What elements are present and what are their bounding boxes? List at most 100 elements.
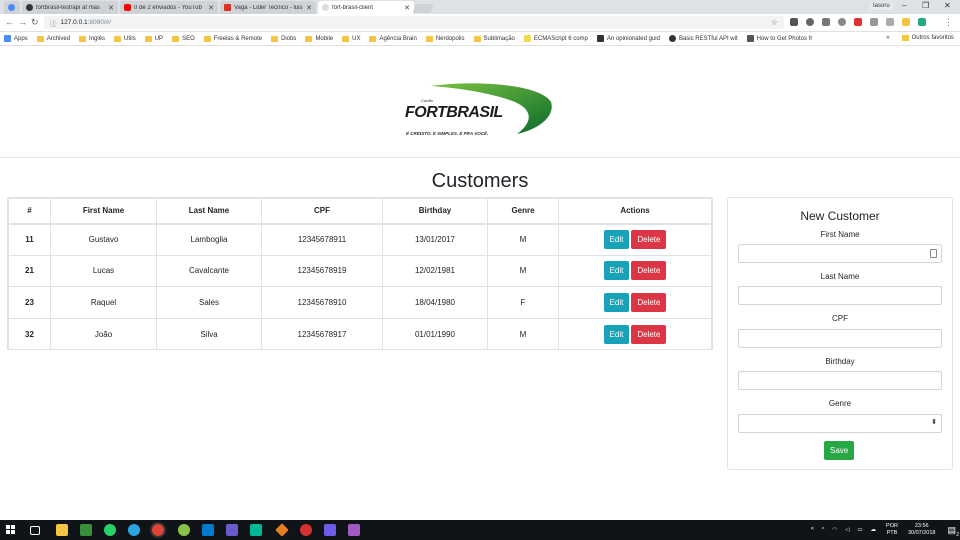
system-tray: ᴿ ^ ◠ ◁ ▭ ☁ POR PTB 23:56 30/07/2018 ▤ 2 (811, 520, 959, 540)
app-icon (8, 4, 15, 11)
last-name-input[interactable] (738, 286, 942, 305)
battery-icon[interactable]: ▭ (857, 527, 862, 533)
extension-icon[interactable] (806, 18, 814, 26)
forward-icon[interactable]: → (18, 17, 27, 27)
taskbar: ᴿ ^ ◠ ◁ ▭ ☁ POR PTB 23:56 30/07/2018 ▤ 2 (0, 520, 960, 540)
extension-icon[interactable] (790, 18, 798, 26)
volume-icon[interactable]: ◁ (845, 527, 849, 533)
clock[interactable]: 23:56 30/07/2018 (908, 523, 936, 537)
close-tab-icon[interactable]: ✕ (306, 4, 312, 12)
edit-button[interactable]: Edit (603, 324, 630, 344)
birthday-input[interactable] (738, 371, 942, 390)
bookmark-folder[interactable]: Sublimação (473, 35, 515, 42)
terminal-icon[interactable] (250, 524, 262, 536)
bookmark-folder[interactable]: Utils (114, 35, 136, 42)
file-explorer-icon[interactable] (56, 524, 68, 536)
bookmark-folder[interactable]: Freelas & Remote (203, 35, 262, 42)
extension-icon[interactable] (822, 18, 830, 26)
profile-name[interactable]: Iasoru (870, 2, 893, 10)
more-bookmarks-icon[interactable]: » (886, 35, 889, 41)
edit-button[interactable]: Edit (603, 292, 630, 312)
tab-app-icon[interactable] (4, 1, 20, 14)
bookmark-folder[interactable]: UP (144, 35, 163, 42)
whatsapp-icon[interactable] (104, 524, 116, 536)
close-tab-icon[interactable]: ✕ (404, 4, 410, 12)
address-bar[interactable]: ⓘ 127.0.0.1:8080/#/ ☆ (44, 16, 784, 29)
reload-icon[interactable]: ↻ (31, 17, 39, 28)
column-header-first-name: First Name (50, 198, 157, 225)
menu-icon[interactable]: ⋮ (944, 17, 953, 28)
task-manager-icon[interactable] (80, 524, 92, 536)
cell-cpf: 12345678911 (261, 223, 383, 256)
bookmarks-bar: Apps Archived Inglês Utils UP SEO Freela… (0, 32, 960, 46)
bookmark-folder[interactable]: Mobile (305, 35, 333, 42)
tab-fort-brasil-client[interactable]: fort-brasil-client ✕ (318, 1, 414, 14)
info-icon[interactable]: ⓘ (50, 18, 57, 28)
close-tab-icon[interactable]: ✕ (108, 4, 114, 12)
bookmark-star-icon[interactable]: ☆ (771, 18, 778, 27)
tab-github[interactable]: fortbrasil-test/api at mas ✕ (22, 1, 118, 14)
bookmark-page[interactable]: An opinionated guid (596, 35, 660, 42)
app-icon[interactable] (324, 524, 336, 536)
genre-select[interactable]: ⬍ (738, 414, 942, 433)
extension-icon[interactable] (886, 18, 894, 26)
other-bookmarks[interactable]: » Outros favoritos (886, 35, 954, 41)
chevron-up-icon[interactable]: ^ (822, 527, 825, 533)
cpf-input[interactable] (738, 329, 942, 348)
app-icon[interactable] (226, 524, 238, 536)
fortbrasil-logo[interactable]: Cartão FORTBRASIL É CRÉDITO. É SIMPLES. … (405, 82, 555, 144)
bookmark-page[interactable]: ECMAScript 6 comp (523, 35, 588, 42)
chrome-icon[interactable] (152, 524, 164, 536)
delete-button[interactable]: Delete (631, 261, 667, 281)
bookmark-folder[interactable]: Diobs (271, 35, 296, 42)
bookmark-page[interactable]: Basic RESTful API wit (668, 35, 738, 42)
bookmark-folder[interactable]: UX (342, 35, 360, 42)
people-icon[interactable]: ᴿ (811, 527, 813, 533)
bookmark-folder[interactable]: SEO (172, 35, 195, 42)
cell-id: 23 (8, 286, 51, 319)
column-header-genre: Genre (487, 198, 559, 225)
task-view-icon[interactable] (30, 526, 40, 535)
cell-genre: M (487, 317, 559, 351)
bookmark-apps[interactable]: Apps (4, 35, 28, 42)
app-icon[interactable] (300, 524, 312, 536)
autofill-icon[interactable] (930, 249, 937, 258)
extension-icon[interactable] (854, 18, 862, 26)
first-name-input[interactable] (738, 244, 942, 263)
telegram-icon[interactable] (128, 524, 140, 536)
notifications-icon[interactable]: ▤ 2 (947, 525, 959, 538)
bookmark-page[interactable]: How to Get Photos fr (746, 35, 812, 42)
close-window-icon[interactable]: ✕ (944, 1, 951, 10)
tab-gmail[interactable]: Vaga - Lider Tecnico - luis ✕ (220, 1, 316, 14)
network-icon[interactable]: ◠ (832, 527, 837, 533)
save-button[interactable]: Save (824, 441, 855, 460)
vscode-icon[interactable] (202, 524, 214, 536)
tab-youtube[interactable]: 0 de 2 enviados - YouTub ✕ (120, 1, 218, 14)
bookmark-folder[interactable]: Archived (36, 35, 70, 42)
cloud-icon[interactable]: ☁ (871, 527, 877, 533)
extension-icon[interactable] (918, 18, 926, 26)
new-tab-button[interactable] (412, 4, 434, 13)
edit-button[interactable]: Edit (603, 261, 630, 281)
bookmark-folder[interactable]: Inglês (79, 35, 105, 42)
folder-icon (271, 35, 279, 42)
bookmark-folder[interactable]: Agência Brain (369, 35, 417, 42)
windows-start-icon[interactable] (6, 525, 16, 535)
extension-icon[interactable] (902, 18, 910, 26)
bookmark-folder[interactable]: Nerdopolis (425, 35, 465, 42)
close-tab-icon[interactable]: ✕ (208, 4, 214, 12)
app-icon[interactable] (178, 524, 190, 536)
minimize-icon[interactable]: – (902, 1, 906, 10)
extension-icon[interactable] (870, 18, 878, 26)
delete-button[interactable]: Delete (631, 292, 667, 312)
extension-icon[interactable] (838, 18, 846, 26)
delete-button[interactable]: Delete (631, 230, 667, 250)
table-row: 21 Lucas Cavalcante 12345678919 12/02/19… (8, 254, 712, 288)
input-language[interactable]: POR PTB (886, 523, 898, 537)
delete-button[interactable]: Delete (631, 324, 667, 344)
visual-studio-icon[interactable] (348, 524, 360, 536)
maximize-icon[interactable]: ❐ (922, 1, 929, 10)
edit-button[interactable]: Edit (603, 230, 630, 250)
app-icon[interactable] (275, 523, 289, 537)
back-icon[interactable]: ← (5, 17, 14, 27)
